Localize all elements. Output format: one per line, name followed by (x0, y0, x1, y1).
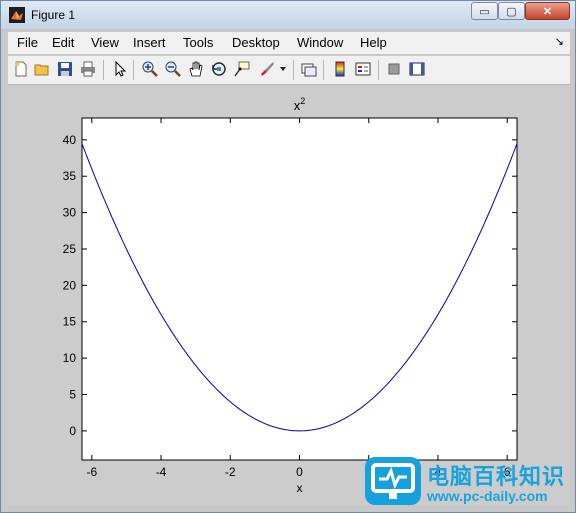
y-tick-label: 0 (69, 424, 76, 438)
toolbar-separator (103, 60, 104, 80)
toolbar-separator (133, 60, 134, 80)
menu-edit[interactable]: Edit (52, 35, 74, 50)
watermark: 电脑百科知识 www.pc-daily.com (359, 453, 574, 509)
data-cursor-icon[interactable] (233, 60, 251, 78)
figure-canvas: 0510152025303540 -6-4-20246 x2 x (8, 85, 570, 505)
menu-file[interactable]: File (17, 35, 38, 50)
window-title: Figure 1 (31, 8, 76, 22)
plot-area: 0510152025303540 -6-4-20246 x2 x (63, 96, 518, 495)
menu-insert[interactable]: Insert (133, 35, 166, 50)
axes-background (81, 117, 518, 461)
y-tick-label: 15 (63, 315, 77, 329)
matlab-logo-icon (9, 7, 25, 23)
minimize-icon: ▭ (479, 5, 490, 18)
pan-hand-icon[interactable] (187, 60, 205, 78)
menu-help[interactable]: Help (360, 35, 387, 50)
menu-tools[interactable]: Tools (183, 35, 213, 50)
show-plot-tools-icon[interactable] (408, 60, 426, 78)
menu-view[interactable]: View (91, 35, 119, 50)
watermark-url: www.pc-daily.com (427, 488, 548, 504)
toolbar-separator (323, 60, 324, 80)
brush-dropdown-icon[interactable] (278, 60, 288, 78)
toolbar-separator (378, 60, 379, 80)
close-button[interactable]: ✕ (525, 2, 570, 20)
x-tick-label: -6 (86, 465, 97, 479)
rotate-3d-icon[interactable] (210, 60, 228, 78)
chart-title-sup: 2 (300, 96, 305, 106)
link-plot-icon[interactable] (300, 60, 318, 78)
chart-title: x2 (294, 96, 306, 113)
legend-icon[interactable] (354, 60, 372, 78)
new-figure-icon[interactable] (12, 60, 30, 78)
watermark-title: 电脑百科知识 (427, 464, 566, 489)
x-tick-label: -2 (225, 465, 236, 479)
save-icon[interactable] (56, 60, 74, 78)
y-tick-label: 5 (69, 388, 76, 402)
y-tick-label: 40 (63, 133, 77, 147)
figure-toolbar (8, 56, 570, 85)
zoom-out-icon[interactable] (164, 60, 182, 78)
y-tick-label: 30 (63, 206, 77, 220)
maximize-icon: ▢ (506, 5, 517, 18)
pointer-icon[interactable] (111, 60, 129, 78)
menu-desktop[interactable]: Desktop (232, 35, 280, 50)
monitor-logo-icon (365, 457, 421, 505)
menu-bar: File Edit View Insert Tools Desktop Wind… (8, 32, 570, 54)
zoom-in-icon[interactable] (141, 60, 159, 78)
print-icon[interactable] (79, 60, 97, 78)
maximize-button[interactable]: ▢ (498, 2, 525, 20)
open-file-icon[interactable] (33, 60, 51, 78)
minimize-button[interactable]: ▭ (471, 2, 498, 20)
toolbar-separator (293, 60, 294, 80)
y-tick-label: 25 (63, 242, 77, 256)
x-tick-label: 0 (296, 465, 303, 479)
y-tick-label: 10 (63, 351, 77, 365)
hide-plot-tools-icon[interactable] (385, 60, 403, 78)
colorbar-icon[interactable] (331, 60, 349, 78)
dock-arrow-icon[interactable]: ↘ (555, 35, 564, 48)
menu-window[interactable]: Window (297, 35, 343, 50)
title-bar[interactable]: Figure 1 ▭ ▢ ✕ (1, 1, 575, 29)
x-tick-label: -4 (156, 465, 167, 479)
x-axis-label: x (297, 481, 303, 495)
close-icon: ✕ (542, 5, 553, 18)
y-tick-label: 35 (63, 169, 77, 183)
figure-window: Figure 1 ▭ ▢ ✕ File Edit View Insert Too… (0, 0, 576, 513)
brush-icon[interactable] (258, 60, 276, 78)
y-tick-label: 20 (63, 278, 77, 292)
